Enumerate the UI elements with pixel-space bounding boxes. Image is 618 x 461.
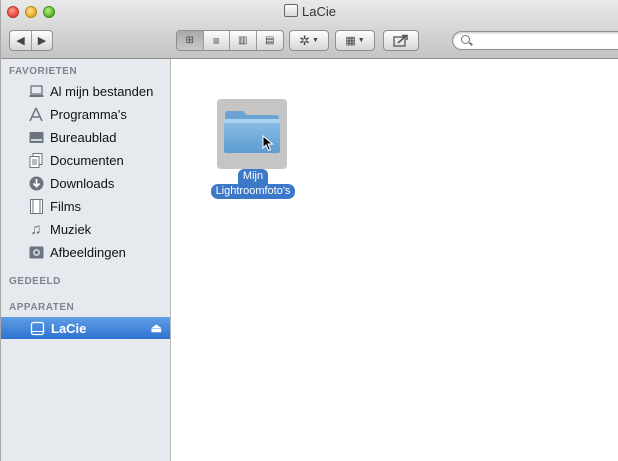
folder-name-line2: Lightroomfoto's [210, 184, 296, 199]
drive-icon [29, 320, 45, 336]
folder-name-line1: Mijn [237, 169, 269, 184]
toolbar: LaCie ◀ ▶ ⊞ ≡ ▥ ▤ ✲ ▼ ▦ ▼ [1, 0, 618, 59]
file-browser-area[interactable]: Mijn Lightroomfoto's [171, 59, 618, 461]
list-view-icon: ≡ [212, 33, 220, 48]
arrange-grid-icon: ▦ [345, 35, 356, 47]
list-view-button[interactable]: ≡ [204, 31, 230, 50]
sidebar-item-movies[interactable]: Films [1, 195, 170, 217]
window-title-text: LaCie [302, 4, 336, 19]
section-header-shared: GEDEELD [9, 276, 61, 287]
coverflow-view-icon: ▤ [265, 35, 275, 46]
sidebar-item-label: LaCie [51, 320, 87, 336]
sidebar-item-documents[interactable]: Documenten [1, 149, 170, 171]
movies-icon [28, 198, 44, 214]
sidebar-item-label: Muziek [50, 221, 92, 237]
sidebar-item-label: Programma's [50, 106, 127, 122]
documents-icon [28, 152, 44, 168]
eject-icon[interactable]: ⏏ [151, 321, 162, 335]
sidebar-item-lacie[interactable]: LaCie ⏏ [1, 317, 170, 339]
chevron-down-icon: ▼ [311, 37, 319, 44]
action-button[interactable]: ✲ ▼ [289, 30, 329, 51]
sidebar-item-label: Films [50, 198, 82, 214]
back-arrow-icon: ◀ [16, 35, 25, 47]
section-header-favorites: FAVORIETEN [9, 66, 78, 77]
search-field[interactable] [452, 31, 618, 50]
music-icon: ♫ [30, 220, 42, 238]
sidebar-item-desktop[interactable]: Bureaublad [1, 126, 170, 148]
nav-buttons: ◀ ▶ [9, 30, 53, 51]
sidebar-item-label: Bureaublad [50, 129, 117, 145]
forward-arrow-icon: ▶ [37, 35, 47, 47]
gear-icon: ✲ [299, 32, 310, 48]
sidebar-item-label: Afbeeldingen [50, 244, 126, 260]
column-view-icon: ▥ [238, 35, 248, 46]
share-button[interactable] [383, 30, 419, 51]
icon-view-icon: ⊞ [185, 35, 194, 46]
drive-icon [284, 4, 299, 17]
pictures-icon [28, 244, 44, 260]
sidebar-item-pictures[interactable]: Afbeeldingen [1, 241, 170, 263]
sidebar-item-label: Al mijn bestanden [50, 83, 154, 99]
sidebar-item-music[interactable]: ♫ Muziek [1, 218, 170, 240]
back-button[interactable]: ◀ [10, 31, 32, 50]
chevron-down-icon: ▼ [357, 37, 365, 44]
search-icon [461, 35, 470, 44]
sidebar-item-applications[interactable]: Programma's [1, 103, 170, 125]
search-input[interactable] [473, 33, 617, 49]
folder-item[interactable] [217, 99, 287, 169]
downloads-icon [28, 175, 44, 191]
all-files-icon [28, 83, 44, 99]
forward-button[interactable]: ▶ [32, 31, 52, 50]
sidebar: FAVORIETEN Al mijn bestanden Programma's… [1, 59, 171, 461]
arrange-button[interactable]: ▦ ▼ [335, 30, 375, 51]
view-mode-control: ⊞ ≡ ▥ ▤ [176, 30, 284, 51]
section-header-devices: APPARATEN [9, 302, 75, 313]
desktop-icon [28, 129, 44, 145]
sidebar-item-downloads[interactable]: Downloads [1, 172, 170, 194]
folder-name-label[interactable]: Mijn Lightroomfoto's [201, 169, 305, 199]
sidebar-item-all-files[interactable]: Al mijn bestanden [1, 80, 170, 102]
share-icon [393, 34, 408, 47]
sidebar-item-label: Downloads [50, 175, 115, 191]
applications-icon [28, 106, 44, 122]
finder-window: LaCie ◀ ▶ ⊞ ≡ ▥ ▤ ✲ ▼ ▦ ▼ FAVORIETEN Al … [0, 0, 618, 461]
sidebar-item-label: Documenten [50, 152, 124, 168]
icon-view-button[interactable]: ⊞ [177, 31, 204, 50]
mouse-cursor-icon [262, 135, 274, 152]
column-view-button[interactable]: ▥ [230, 31, 257, 50]
coverflow-view-button[interactable]: ▤ [257, 31, 283, 50]
window-title: LaCie [1, 4, 618, 19]
